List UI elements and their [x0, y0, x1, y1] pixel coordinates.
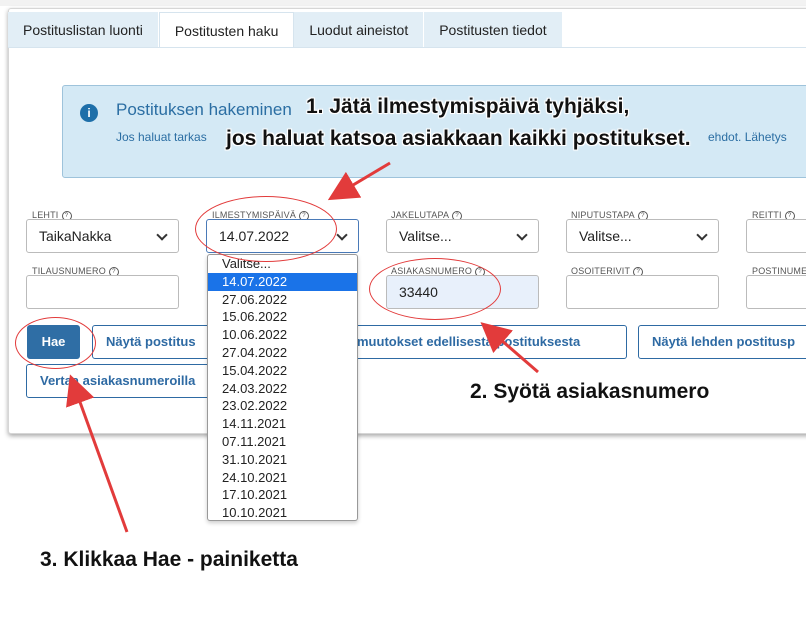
annotation-step3: 3. Klikkaa Hae - painiketta	[40, 548, 298, 571]
arrow-step1	[327, 161, 391, 201]
arrow-step3	[66, 374, 129, 533]
annotation-step1-line2: jos haluat katsoa asiakkaan kaikki posti…	[226, 127, 691, 150]
annotation-step1-line1: 1. Jätä ilmestymispäivä tyhjäksi,	[306, 95, 630, 118]
arrow-step2	[480, 322, 539, 374]
annotation-step2: 2. Syötä asiakasnumero	[470, 380, 710, 403]
